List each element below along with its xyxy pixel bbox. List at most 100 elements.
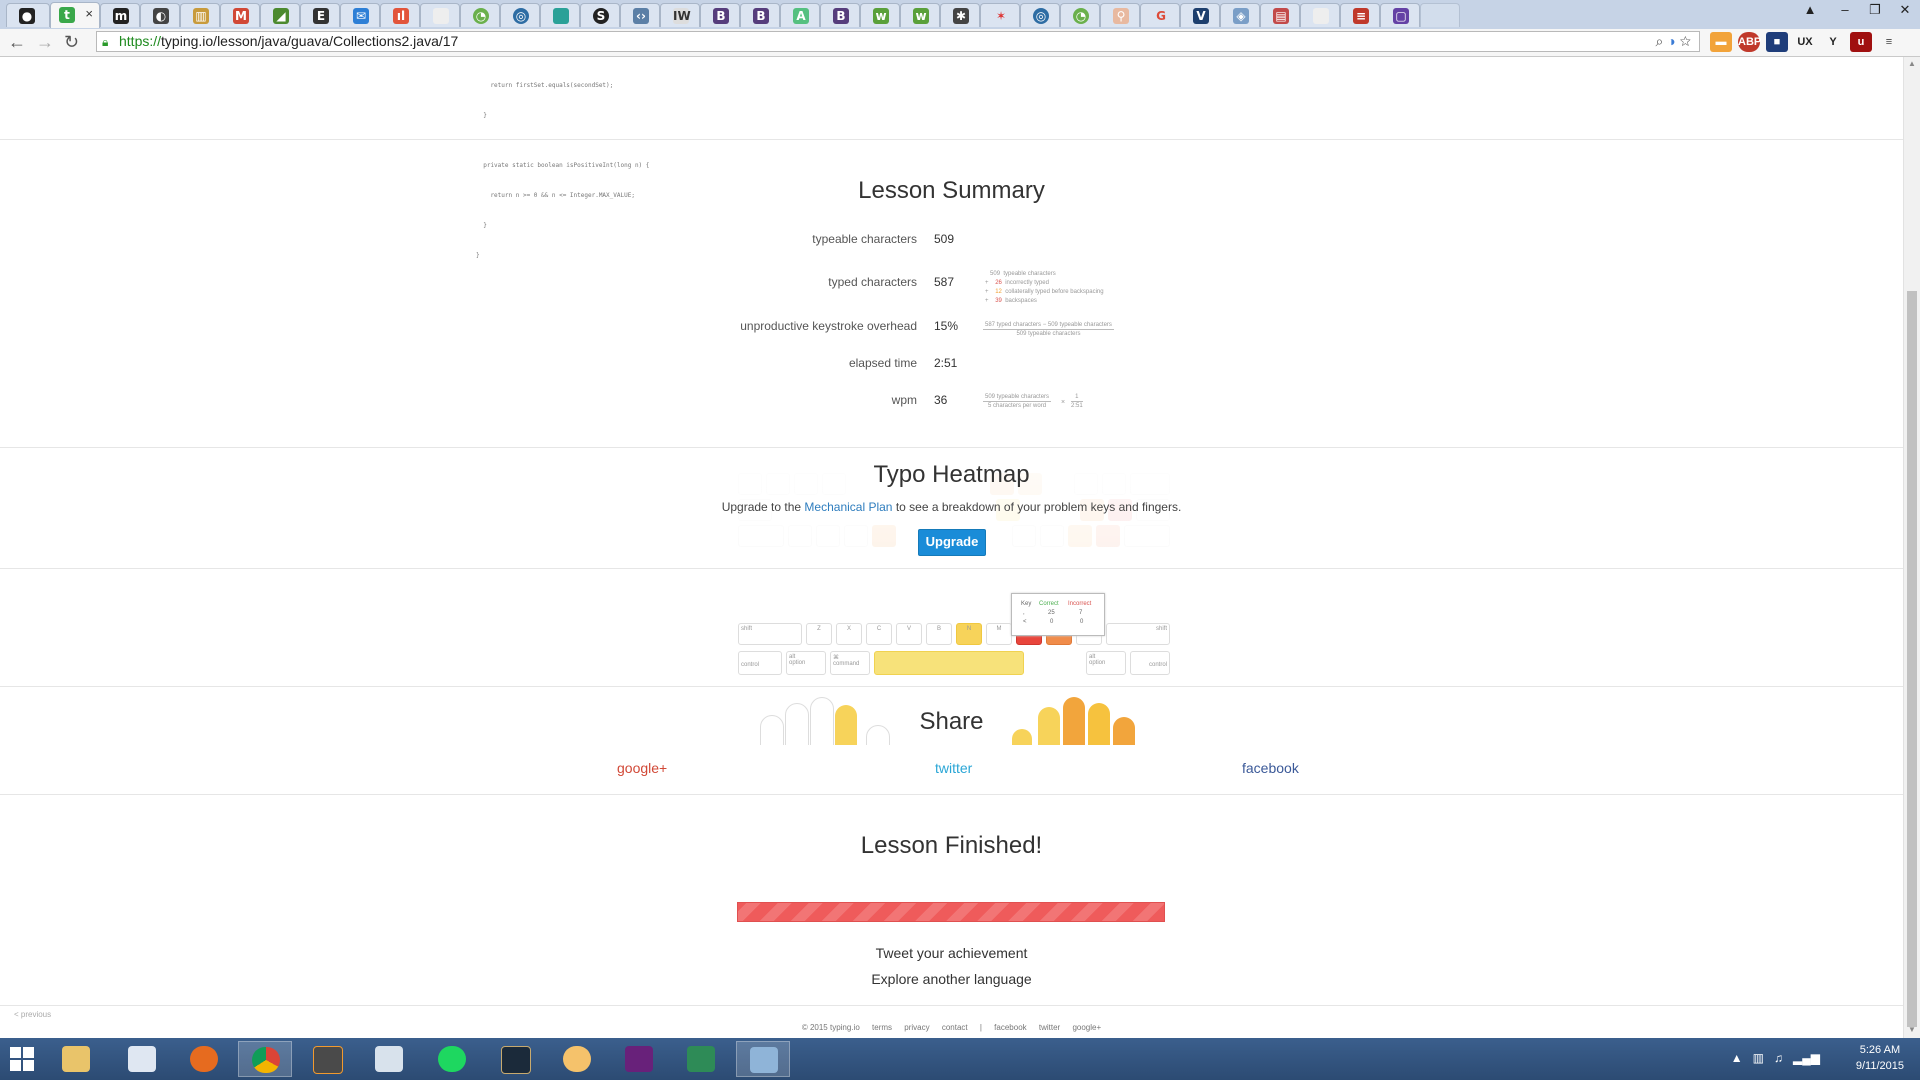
taskbar-chrome[interactable] [238, 1041, 292, 1077]
tab-14[interactable]: S [580, 3, 620, 27]
upgrade-button[interactable]: Upgrade [918, 529, 986, 556]
tab-typing-io-active[interactable]: t × [50, 2, 100, 28]
taskbar-app[interactable] [674, 1041, 728, 1077]
tab-26[interactable]: ◔ [1060, 3, 1100, 27]
github-icon: ● [19, 8, 35, 24]
tab-22[interactable]: w [900, 3, 940, 27]
share-google-link[interactable]: google+ [617, 760, 667, 776]
close-window-icon[interactable]: ✕ [1890, 0, 1920, 22]
firefox-icon [190, 1046, 218, 1072]
tab-16[interactable]: IW [660, 3, 700, 27]
tab-8[interactable]: ✉ [340, 3, 380, 27]
clock[interactable]: 5:26 AM 9/11/2015 [1856, 1042, 1904, 1074]
window-controls: ▲ – ❐ ✕ [1790, 0, 1920, 22]
footer-twitter-link[interactable]: twitter [1039, 1023, 1060, 1032]
overhead-formula: 587 typed characters − 509 typeable char… [983, 322, 1114, 337]
search-icon[interactable]: ⌕ [1655, 33, 1663, 49]
tab-29[interactable]: V [1180, 3, 1220, 27]
tab-30[interactable]: ◈ [1220, 3, 1260, 27]
tab-23[interactable]: ✱ [940, 3, 980, 27]
footer-terms-link[interactable]: terms [872, 1023, 892, 1032]
y-extension-icon[interactable]: Y [1822, 32, 1844, 52]
share-twitter-link[interactable]: twitter [935, 760, 972, 776]
tab-11[interactable]: ◔ [460, 3, 500, 27]
tab-25[interactable]: ◎ [1020, 3, 1060, 27]
extension-icon[interactable]: ■ [1766, 32, 1788, 52]
tab-18[interactable]: B [740, 3, 780, 27]
tab-12[interactable]: ◎ [500, 3, 540, 27]
extension-icon[interactable]: ◑ [1667, 33, 1675, 49]
footer-facebook-link[interactable]: facebook [994, 1023, 1026, 1032]
footer-contact-link[interactable]: contact [942, 1023, 968, 1032]
taskbar-explorer[interactable] [49, 1041, 103, 1077]
back-icon[interactable]: ← [8, 32, 26, 52]
explore-language-link[interactable]: Explore another language [0, 971, 1903, 987]
vertical-scrollbar[interactable]: ▲ ▼ [1903, 57, 1920, 1038]
tab-9[interactable]: ıl [380, 3, 420, 27]
address-bar[interactable]: 🔒︎ https://typing.io/lesson/java/guava/C… [96, 31, 1700, 52]
mechanical-plan-link[interactable]: Mechanical Plan [804, 500, 892, 514]
breakdown-line: 509 typeable characters [990, 271, 1056, 277]
taskbar-sublime[interactable] [300, 1041, 354, 1077]
tab-10[interactable] [420, 3, 460, 27]
folder-extension-icon[interactable]: ▬ [1710, 32, 1732, 52]
tab-15[interactable]: ‹› [620, 3, 660, 27]
user-icon[interactable]: ▲ [1790, 0, 1830, 22]
tab-6[interactable]: ◢ [260, 3, 300, 27]
adblock-icon[interactable]: ABP [1738, 32, 1761, 52]
site-icon: ıl [393, 8, 409, 24]
tab-33[interactable]: ≡ [1340, 3, 1380, 27]
forward-icon[interactable]: → [36, 32, 54, 52]
reload-icon[interactable]: ↻ [64, 32, 79, 52]
tooltip-cell: 0 [1080, 619, 1084, 625]
star-icon[interactable]: ☆ [1680, 33, 1691, 49]
tab-31[interactable]: ▤ [1260, 3, 1300, 27]
signal-icon[interactable]: ▂▄▆ [1793, 1051, 1820, 1065]
footer-privacy-link[interactable]: privacy [904, 1023, 929, 1032]
tab-4[interactable]: ▥ [180, 3, 220, 27]
taskbar-firefox[interactable] [177, 1041, 231, 1077]
new-tab-button[interactable] [1420, 3, 1460, 27]
ublock-icon[interactable]: u [1850, 32, 1872, 52]
menu-icon[interactable]: ≡ [1878, 32, 1900, 52]
tab-34[interactable]: ▢ [1380, 3, 1420, 27]
tab-24[interactable]: ✶ [980, 3, 1020, 27]
tab-19[interactable]: A [780, 3, 820, 27]
windows-start-icon[interactable] [10, 1047, 34, 1071]
previous-link[interactable]: < previous [14, 1010, 51, 1019]
taskbar-app[interactable] [736, 1041, 790, 1077]
tab-27[interactable]: ⚲ [1100, 3, 1140, 27]
tab-21[interactable]: w [860, 3, 900, 27]
tab-github[interactable]: ● [6, 3, 50, 27]
tab-3[interactable]: ◐ [140, 3, 180, 27]
scroll-up-icon[interactable]: ▲ [1908, 59, 1916, 68]
tweet-achievement-link[interactable]: Tweet your achievement [0, 945, 1903, 961]
tab-17[interactable]: B [700, 3, 740, 27]
tab-7[interactable]: E [300, 3, 340, 27]
taskbar-visual-studio[interactable] [612, 1041, 666, 1077]
network-icon[interactable]: ▥ [1753, 1051, 1764, 1065]
taskbar-app[interactable] [362, 1041, 416, 1077]
restore-icon[interactable]: ❐ [1860, 0, 1890, 22]
scroll-down-icon[interactable]: ▼ [1908, 1025, 1916, 1034]
volume-icon[interactable]: ♫ [1774, 1051, 1783, 1065]
tray-expand-icon[interactable]: ▲ [1731, 1051, 1743, 1065]
footer-google-link[interactable]: google+ [1072, 1023, 1101, 1032]
tab-20[interactable]: B [820, 3, 860, 27]
tab-13[interactable] [540, 3, 580, 27]
taskbar-paint[interactable] [550, 1041, 604, 1077]
taskbar-spotify[interactable] [425, 1041, 479, 1077]
keyboard-key: C [866, 623, 892, 645]
taskbar-league[interactable] [488, 1041, 542, 1077]
tooltip-cell: < [1023, 619, 1027, 625]
tab-28[interactable]: G [1140, 3, 1180, 27]
tab-2[interactable]: m [100, 3, 140, 27]
scrollbar-thumb[interactable] [1907, 291, 1917, 1027]
share-facebook-link[interactable]: facebook [1242, 760, 1299, 776]
minimize-icon[interactable]: – [1830, 0, 1860, 22]
taskbar-app[interactable] [115, 1041, 169, 1077]
close-tab-icon[interactable]: × [85, 6, 93, 21]
tab-32[interactable] [1300, 3, 1340, 27]
tab-gmail[interactable]: M [220, 3, 260, 27]
ux-extension-icon[interactable]: UX [1794, 32, 1816, 52]
